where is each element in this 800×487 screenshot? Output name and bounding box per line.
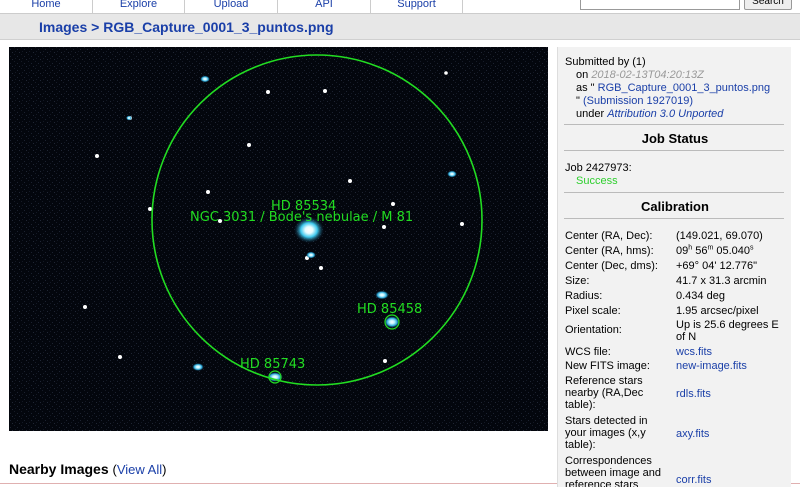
job-status-title: Job Status — [641, 131, 709, 146]
correspondences-label: Correspondences between image and refere… — [565, 455, 662, 487]
calibration-title: Calibration — [641, 199, 709, 214]
search-button[interactable]: Search — [744, 0, 792, 10]
submitted-on: on 2018-02-13T04:20:13Z — [576, 69, 704, 81]
size-value: 41.7 x 31.3 arcmin — [676, 275, 767, 287]
divider — [564, 150, 784, 151]
divider — [564, 192, 784, 193]
submission-link[interactable]: (Submission 1927019) — [583, 95, 693, 107]
label-hd85458: HD 85458 — [357, 302, 422, 317]
nearby-images-heading: Nearby Images (View All) — [9, 461, 166, 477]
submission-date: 2018-02-13T04:20:13Z — [591, 69, 704, 81]
stars-detected-label: Stars detected in your images (x,y table… — [565, 415, 648, 451]
radius-value: 0.434 deg — [676, 290, 725, 302]
annotated-sky-image[interactable]: HD 85534 NGC 3031 / Bode's nebulae / M 8… — [9, 47, 548, 431]
submitted-as: as " RGB_Capture_0001_3_puntos.png — [576, 82, 770, 94]
nav-explore-link[interactable]: Explore — [93, 0, 185, 14]
new-fits-label: New FITS image: — [565, 360, 650, 372]
search-input[interactable] — [580, 0, 740, 10]
breadcrumb-images-link[interactable]: Images — [39, 19, 87, 35]
breadcrumb-separator: > — [91, 19, 100, 35]
rdls-file-link[interactable]: rdls.fits — [676, 388, 788, 400]
as-prefix: as " — [576, 82, 595, 94]
breadcrumb-bar: Images > RGB_Capture_0001_3_puntos.png — [0, 14, 800, 40]
axy-file-link[interactable]: axy.fits — [676, 428, 788, 440]
quote-close: " — [576, 95, 580, 107]
license-line: under Attribution 3.0 Unported — [576, 108, 723, 120]
corr-file-link[interactable]: corr.fits — [676, 474, 788, 486]
divider — [564, 124, 784, 125]
nav-support-link[interactable]: Support — [371, 0, 463, 14]
new-fits-link[interactable]: new-image.fits — [676, 360, 788, 372]
center-radec-label: Center (RA, Dec): — [565, 230, 653, 242]
original-filename-link[interactable]: RGB_Capture_0001_3_puntos.png — [598, 82, 770, 94]
label-ngc3031: NGC 3031 / Bode's nebulae / M 81 — [190, 210, 413, 225]
sky-image-canvas: HD 85534 NGC 3031 / Bode's nebulae / M 8… — [9, 47, 548, 431]
job-id: Job 2427973: — [565, 162, 632, 174]
view-all-group: (View All) — [113, 462, 167, 477]
label-hd85743: HD 85743 — [240, 357, 305, 372]
wcs-file-link[interactable]: wcs.fits — [676, 346, 788, 358]
submission-line: " (Submission 1927019) — [576, 95, 693, 107]
center-hms-value: 09h 56m 05.040s — [676, 244, 754, 257]
nav-upload-link[interactable]: Upload — [185, 0, 278, 14]
pixel-scale-label: Pixel scale: — [565, 305, 621, 317]
on-label: on — [576, 69, 589, 81]
pixel-scale-value: 1.95 arcsec/pixel — [676, 305, 759, 317]
top-navigation: Home Explore Upload API Support Search — [0, 0, 800, 14]
info-panel: Submitted by (1) on 2018-02-13T04:20:13Z… — [557, 47, 791, 487]
view-all-link[interactable]: View All — [117, 462, 162, 477]
license-link[interactable]: Attribution 3.0 Unported — [607, 108, 723, 120]
view-all-close-paren: ) — [162, 462, 167, 477]
nearby-images-title: Nearby Images — [9, 461, 109, 477]
center-radec-value: (149.021, 69.070) — [676, 230, 763, 242]
center-dms-label: Center (Dec, dms): — [565, 260, 658, 272]
nav-home-link[interactable]: Home — [0, 0, 93, 14]
orientation-value: Up is 25.6 degrees E of N — [676, 319, 779, 343]
size-label: Size: — [565, 275, 590, 287]
under-label: under — [576, 108, 605, 120]
breadcrumb: Images > RGB_Capture_0001_3_puntos.png — [39, 19, 334, 35]
ra-hours: 09 — [676, 245, 689, 257]
radius-label: Radius: — [565, 290, 603, 302]
ra-seconds: 05.040 — [716, 245, 751, 257]
orientation-label: Orientation: — [565, 324, 622, 336]
ref-stars-label: Reference stars nearby (RA,Dec table): — [565, 375, 644, 411]
nav-api-link[interactable]: API — [278, 0, 371, 14]
wcs-file-label: WCS file: — [565, 346, 611, 358]
center-dms-value: +69° 04' 12.776" — [676, 260, 758, 272]
job-status-success: Success — [576, 175, 618, 187]
divider — [564, 218, 784, 219]
ra-minutes: 56 — [695, 245, 708, 257]
center-hms-label: Center (RA, hms): — [565, 245, 654, 257]
breadcrumb-current[interactable]: RGB_Capture_0001_3_puntos.png — [103, 19, 333, 35]
submitted-by: Submitted by (1) — [565, 56, 646, 68]
